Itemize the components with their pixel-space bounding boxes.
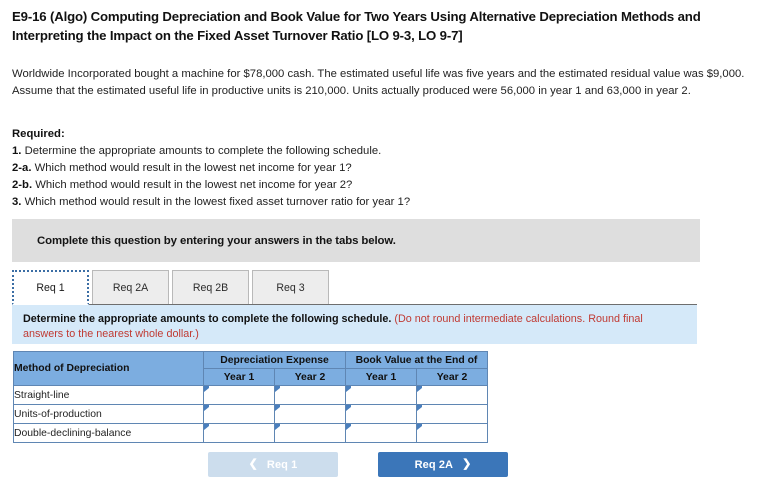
- row-label-units-of-production: Units-of-production: [13, 404, 204, 424]
- row-label-straight-line: Straight-line: [13, 385, 204, 405]
- header-depreciation-expense: Depreciation Expense: [203, 351, 346, 369]
- input-units-of-production-dep-year-1[interactable]: [203, 404, 275, 424]
- row-label-double-declining-balance: Double-declining-balance: [13, 423, 204, 443]
- tab-req-3[interactable]: Req 3: [252, 270, 329, 305]
- header-bv-year-2: Year 2: [416, 368, 488, 386]
- requirement-tabs: Req 1 Req 2A Req 2B Req 3: [12, 269, 332, 305]
- depreciation-schedule-table: Method of Depreciation Depreciation Expe…: [13, 351, 488, 443]
- required-item-2b-number: 2-b.: [12, 178, 33, 191]
- required-section: Required: 1. Determine the appropriate a…: [12, 126, 612, 211]
- table-head: Method of Depreciation Depreciation Expe…: [13, 351, 488, 386]
- next-requirement-label: Req 2A: [414, 458, 454, 471]
- tab-req-1-label: Req 1: [36, 281, 65, 294]
- required-item-1: 1. Determine the appropriate amounts to …: [12, 143, 612, 160]
- tab-req-2b-label: Req 2B: [192, 282, 229, 294]
- input-double-declining-bv-year-2[interactable]: [416, 423, 488, 443]
- table-row-straight-line: Straight-line: [13, 385, 488, 405]
- page-title: E9-16 (Algo) Computing Depreciation and …: [12, 9, 701, 43]
- input-double-declining-dep-year-1[interactable]: [203, 423, 275, 443]
- required-heading: Required:: [12, 128, 65, 140]
- required-item-2b-text: Which method would result in the lowest …: [35, 178, 353, 191]
- chevron-right-icon: ❯: [462, 458, 472, 470]
- input-units-of-production-bv-year-1[interactable]: [345, 404, 417, 424]
- requirement-navigation: ❮ Req 1 Req 2A ❯: [208, 452, 508, 477]
- header-method-of-depreciation: Method of Depreciation: [13, 351, 204, 386]
- required-item-2a: 2-a. Which method would result in the lo…: [12, 160, 612, 177]
- input-straight-line-dep-year-1[interactable]: [203, 385, 275, 405]
- tab-req-3-label: Req 3: [276, 282, 305, 294]
- table-row-units-of-production: Units-of-production: [13, 404, 488, 424]
- chevron-left-icon: ❮: [248, 458, 258, 470]
- table-header-row-groups: Method of Depreciation Depreciation Expe…: [13, 351, 488, 386]
- tab-req-2a[interactable]: Req 2A: [92, 270, 169, 305]
- problem-scenario-text: Worldwide Incorporated bought a machine …: [12, 68, 745, 98]
- required-item-1-text: Determine the appropriate amounts to com…: [24, 144, 382, 157]
- required-item-3-number: 3.: [12, 195, 22, 208]
- required-item-1-number: 1.: [12, 144, 22, 157]
- header-bv-year-1: Year 1: [345, 368, 417, 386]
- header-dep-year-2: Year 2: [274, 368, 346, 386]
- next-requirement-button[interactable]: Req 2A ❯: [378, 452, 508, 477]
- required-item-3: 3. Which method would result in the lowe…: [12, 194, 612, 211]
- input-units-of-production-bv-year-2[interactable]: [416, 404, 488, 424]
- required-item-2a-text: Which method would result in the lowest …: [34, 161, 352, 174]
- input-double-declining-dep-year-2[interactable]: [274, 423, 346, 443]
- instruction-main-text: Determine the appropriate amounts to com…: [23, 313, 392, 325]
- required-item-3-text: Which method would result in the lowest …: [24, 195, 411, 208]
- tab-req-2b[interactable]: Req 2B: [172, 270, 249, 305]
- complete-question-banner: Complete this question by entering your …: [12, 219, 700, 262]
- table-row-double-declining-balance: Double-declining-balance: [13, 423, 488, 443]
- tab-req-2a-label: Req 2A: [112, 282, 149, 294]
- input-double-declining-bv-year-1[interactable]: [345, 423, 417, 443]
- requirement-instruction-panel: Determine the appropriate amounts to com…: [12, 304, 697, 344]
- header-book-value-end-of: Book Value at the End of: [345, 351, 488, 369]
- input-straight-line-dep-year-2[interactable]: [274, 385, 346, 405]
- complete-question-banner-text: Complete this question by entering your …: [37, 234, 396, 247]
- input-straight-line-bv-year-2[interactable]: [416, 385, 488, 405]
- required-item-2a-number: 2-a.: [12, 161, 32, 174]
- required-item-2b: 2-b. Which method would result in the lo…: [12, 177, 612, 194]
- header-dep-year-1: Year 1: [203, 368, 275, 386]
- previous-requirement-button[interactable]: ❮ Req 1: [208, 452, 338, 477]
- tab-req-1[interactable]: Req 1: [12, 270, 89, 305]
- table-body: Straight-line Units-of-production Double…: [13, 385, 488, 443]
- input-straight-line-bv-year-1[interactable]: [345, 385, 417, 405]
- previous-requirement-label: Req 1: [266, 458, 298, 471]
- input-units-of-production-dep-year-2[interactable]: [274, 404, 346, 424]
